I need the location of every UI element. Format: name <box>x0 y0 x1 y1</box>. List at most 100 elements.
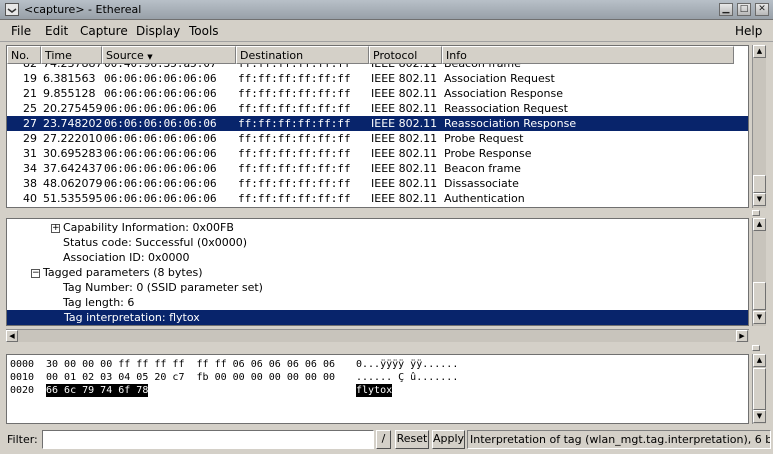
column-source-label: Source <box>106 49 144 62</box>
window-title: <capture> - Ethereal <box>24 3 142 16</box>
hex-bytes: 30 00 00 00 ff ff ff ff ff ff 06 06 06 0… <box>46 359 335 370</box>
cell-no: 19 <box>23 72 37 85</box>
tree-item[interactable]: Association ID: 0x0000 <box>63 250 190 265</box>
hex-scrollbar[interactable]: ▲ ▼ <box>752 354 766 424</box>
menu-help[interactable]: Help <box>735 24 762 38</box>
table-row[interactable]: 25 20.275459 06:06:06:06:06:06 ff:ff:ff:ff:… <box>7 101 748 116</box>
table-row[interactable]: 40 51.535595 06:06:06:06:06:06 ff:ff:ff:ff:… <box>7 191 748 206</box>
menu-edit[interactable]: Edit <box>45 24 68 38</box>
menu-tools[interactable]: Tools <box>189 24 219 38</box>
scroll-right-icon[interactable]: ▶ <box>736 330 748 342</box>
column-protocol[interactable]: Protocol <box>369 46 442 64</box>
tree-item[interactable]: Status code: Successful (0x0000) <box>63 235 247 250</box>
table-row[interactable]: 8274.23788700:40:96:35:a5:07ff:ff:ff:ff:… <box>7 64 748 71</box>
table-row[interactable]: 38 48.062079 06:06:06:06:06:06 ff:ff:ff:ff:… <box>7 176 748 191</box>
tree-item-label: Tag interpretation: flytox <box>64 311 200 324</box>
scroll-thumb[interactable] <box>753 368 766 410</box>
tree-item[interactable]: − Tagged parameters (8 bytes) <box>31 265 203 280</box>
hex-ascii-highlighted: flytox <box>356 384 393 397</box>
table-row[interactable]: 34 37.642437 06:06:06:06:06:06 ff:ff:ff:ff:… <box>7 161 748 176</box>
table-row[interactable]: 19 6.381563 06:06:06:06:06:06 ff:ff:ff:ff:f… <box>7 71 748 86</box>
cell-time: 27.222010 <box>43 132 102 145</box>
scroll-down-icon[interactable]: ▼ <box>753 311 766 324</box>
cell-info: Association Request <box>444 72 555 85</box>
hex-offset: 0010 <box>10 372 35 383</box>
scroll-up-icon[interactable]: ▲ <box>753 354 766 367</box>
column-destination[interactable]: Destination <box>236 46 369 64</box>
cell-info: Probe Response <box>444 147 532 160</box>
details-scrollbar[interactable]: ▲ ▼ <box>752 218 766 326</box>
hex-offset: 0000 <box>10 359 35 370</box>
filter-expression-button[interactable]: / <box>376 430 391 449</box>
cell-time: 48.062079 <box>43 177 102 190</box>
cell-source: 06:06:06:06:06:06 <box>104 162 217 175</box>
tree-item[interactable]: Tag Number: 0 (SSID parameter set) <box>63 280 263 295</box>
table-row[interactable]: 21 9.855128 06:06:06:06:06:06 ff:ff:ff:ff:f… <box>7 86 748 101</box>
table-row[interactable]: 27 23.748202 06:06:06:06:06:06 ff:ff:ff:ff:… <box>7 116 748 131</box>
column-info[interactable]: Info <box>442 46 734 64</box>
cell-source: 06:06:06:06:06:06 <box>104 87 217 100</box>
cell-proto: IEEE 802.11 <box>371 117 438 130</box>
cell-dest: ff:ff:ff:ff:ff:ff <box>238 162 351 175</box>
cell-proto: IEEE 802.11 <box>371 192 438 205</box>
close-icon[interactable]: ✕ <box>755 3 769 16</box>
cell-no: 29 <box>23 132 37 145</box>
menu-capture[interactable]: Capture <box>80 24 128 38</box>
cell-source: 06:06:06:06:06:06 <box>104 102 217 115</box>
scroll-up-icon[interactable]: ▲ <box>753 45 766 58</box>
column-time[interactable]: Time <box>41 46 102 64</box>
tree-item[interactable]: Tag interpretation: flytox <box>7 310 748 325</box>
cell-proto: IEEE 802.11 <box>371 162 438 175</box>
collapse-icon[interactable]: − <box>31 269 40 278</box>
tree-item-label: Tag Number: 0 (SSID parameter set) <box>63 281 263 294</box>
menu-file[interactable]: File <box>11 24 31 38</box>
hex-offset: 0020 <box>10 385 35 396</box>
cell-time: 74.237887 <box>41 64 102 71</box>
splitter-handle[interactable] <box>752 210 760 216</box>
scroll-down-icon[interactable]: ▼ <box>753 410 766 423</box>
filter-label: Filter: <box>7 433 38 446</box>
cell-time: 37.642437 <box>43 162 102 175</box>
hex-dump-pane[interactable]: 0000 30 00 00 00 ff ff ff ff ff ff 06 06 … <box>6 354 749 424</box>
pane-splitter[interactable] <box>0 209 773 217</box>
packet-list-header: No. Time Source ▼ Destination Protocol I… <box>7 46 734 64</box>
cell-source: 00:40:96:35:a5:07 <box>102 64 236 71</box>
pane-splitter[interactable] <box>0 344 773 352</box>
tree-item-label: Tag length: 6 <box>63 296 135 309</box>
cell-time: 6.381563 <box>43 72 96 85</box>
reset-button[interactable]: Reset <box>395 430 429 449</box>
cell-info: Association Response <box>444 87 563 100</box>
tree-item[interactable]: + Capability Information: 0x00FB <box>51 220 234 235</box>
window-menu-icon[interactable] <box>5 3 19 16</box>
column-no[interactable]: No. <box>7 46 41 64</box>
cell-dest: ff:ff:ff:ff:ff:ff <box>238 117 351 130</box>
title-bar: <capture> - Ethereal ▁ □ ✕ <box>0 0 773 20</box>
packet-list-scrollbar[interactable]: ▲ ▼ <box>752 45 766 208</box>
expand-icon[interactable]: + <box>51 224 60 233</box>
table-row[interactable]: 29 27.222010 06:06:06:06:06:06 ff:ff:ff:ff:… <box>7 131 748 146</box>
scroll-down-icon[interactable]: ▼ <box>753 193 766 206</box>
cell-time: 23.748202 <box>43 117 102 130</box>
menu-display[interactable]: Display <box>136 24 180 38</box>
cell-no: 38 <box>23 177 37 190</box>
apply-button[interactable]: Apply <box>432 430 465 449</box>
packet-list[interactable]: No. Time Source ▼ Destination Protocol I… <box>6 45 749 208</box>
details-horizontal-scrollbar[interactable]: ◀ ▶ <box>6 329 749 342</box>
scroll-thumb[interactable] <box>753 282 766 310</box>
scroll-left-icon[interactable]: ◀ <box>6 330 18 342</box>
cell-time: 51.535595 <box>43 192 102 205</box>
splitter-handle[interactable] <box>752 345 760 351</box>
cell-dest: ff:ff:ff:ff:ff:ff <box>238 147 351 160</box>
packet-details-tree[interactable]: + Capability Information: 0x00FB Status co… <box>6 218 749 326</box>
cell-proto: IEEE 802.11 <box>371 102 438 115</box>
scroll-up-icon[interactable]: ▲ <box>753 218 766 231</box>
tree-item[interactable]: Tag length: 6 <box>63 295 134 310</box>
column-source[interactable]: Source ▼ <box>102 46 236 64</box>
table-row[interactable]: 31 30.695283 06:06:06:06:06:06 ff:ff:ff:ff:… <box>7 146 748 161</box>
filter-input[interactable] <box>42 430 374 449</box>
hex-bytes-highlighted: 66 6c 79 74 6f 78 <box>46 384 149 397</box>
maximize-icon[interactable]: □ <box>737 3 751 16</box>
minimize-icon[interactable]: ▁ <box>719 3 733 16</box>
tree-item-label: Status code: Successful (0x0000) <box>63 236 248 249</box>
scroll-thumb[interactable] <box>753 175 766 193</box>
